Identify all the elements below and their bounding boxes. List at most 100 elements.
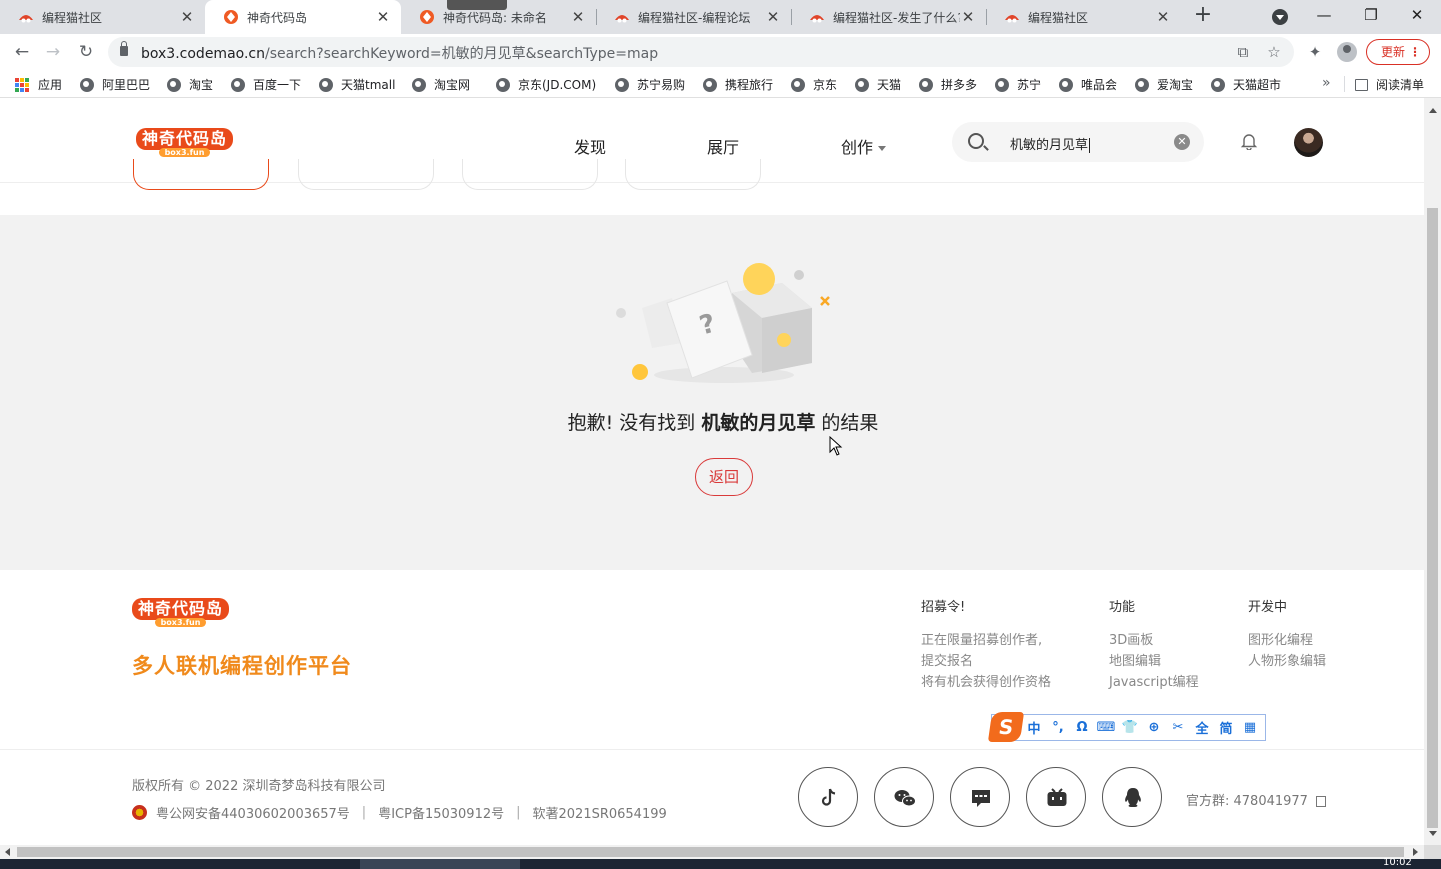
codemao-favicon-icon — [18, 9, 34, 25]
address-bar[interactable]: box3.codemao.cn/search?searchKeyword=机敏的… — [108, 37, 1294, 67]
sogou-ime-logo[interactable]: S — [987, 711, 1025, 742]
bell-icon[interactable] — [1240, 132, 1258, 150]
profile-icon[interactable] — [1337, 42, 1357, 62]
bookmark-star-icon[interactable]: ☆ — [1265, 43, 1283, 61]
footer-link[interactable]: 将有机会获得创作资格 — [921, 672, 1051, 693]
ime-screenshot-icon[interactable]: ✂ — [1166, 720, 1190, 735]
bilibili-button[interactable] — [1026, 767, 1086, 827]
nav-create[interactable]: 创作 — [841, 134, 887, 158]
browser-tab[interactable]: 编程猫社区-发生了什么? ✕ — [791, 0, 986, 34]
scroll-up-icon[interactable] — [1429, 108, 1437, 113]
bookmark-apps[interactable]: 应用 — [15, 76, 62, 93]
bookmark-item[interactable]: 携程旅行 — [703, 76, 773, 93]
site-logo[interactable]: 神奇代码岛 box3.fun — [136, 128, 234, 157]
tab-search-icon[interactable] — [1272, 9, 1288, 25]
new-tab-button[interactable]: + — [1192, 4, 1214, 27]
nav-discover[interactable]: 发现 — [574, 134, 606, 158]
bookmark-item[interactable]: 天猫 — [855, 76, 901, 93]
window-close-icon[interactable]: ✕ — [1405, 4, 1429, 26]
bookmark-item[interactable]: 唯品会 — [1059, 76, 1117, 93]
browser-tab[interactable]: 神奇代码岛: 未命名 ✕ — [401, 0, 596, 34]
search-type-tab[interactable] — [298, 159, 434, 190]
tab-close-icon[interactable]: ✕ — [960, 8, 976, 26]
beian-police[interactable]: 粤公网安备44030602003657号 — [156, 803, 350, 822]
bookmark-item[interactable]: 爱淘宝 — [1135, 76, 1193, 93]
copy-icon[interactable] — [1315, 796, 1326, 807]
reading-list-button[interactable]: 阅读清单 — [1355, 76, 1424, 93]
ime-keyboard-icon[interactable]: ⌨ — [1094, 720, 1118, 735]
bookmark-item[interactable]: 天猫超市 — [1211, 76, 1281, 93]
message-button[interactable] — [950, 767, 1010, 827]
browser-tab[interactable]: 编程猫社区 ✕ — [986, 0, 1181, 34]
bookmark-item[interactable]: 京东 — [791, 76, 837, 93]
taskbar-active-app[interactable] — [360, 859, 520, 869]
scrollbar-thumb[interactable] — [1427, 208, 1438, 828]
globe-icon — [703, 77, 717, 92]
extensions-puzzle-icon[interactable]: ✦ — [1306, 43, 1324, 61]
scrollbar-thumb[interactable] — [17, 847, 1404, 857]
footer-link[interactable]: 正在限量招募创作者, — [921, 630, 1051, 651]
beian-icp[interactable]: 粤ICP备15030912号 — [378, 803, 504, 822]
reload-icon[interactable]: ↻ — [75, 41, 97, 63]
bookmark-item[interactable]: 百度一下 — [231, 76, 301, 93]
browser-tab[interactable]: 编程猫社区 ✕ — [0, 0, 205, 34]
tab-close-icon[interactable]: ✕ — [1155, 8, 1171, 26]
footer-link[interactable]: Javascript编程 — [1109, 672, 1199, 693]
scroll-down-icon[interactable] — [1429, 831, 1437, 836]
user-avatar[interactable] — [1294, 128, 1323, 157]
footer-link[interactable]: 提交报名 — [921, 651, 1051, 672]
tab-close-icon[interactable]: ✕ — [765, 8, 781, 26]
horizontal-scrollbar[interactable] — [0, 845, 1424, 859]
ime-skin-icon[interactable]: 👕 — [1118, 720, 1142, 735]
ime-chinese-mode[interactable]: 中 — [1022, 718, 1046, 737]
bookmark-item[interactable]: 淘宝网 — [412, 76, 470, 93]
ime-menu-icon[interactable]: ▦ — [1238, 720, 1262, 735]
tab-close-icon[interactable]: ✕ — [570, 8, 586, 26]
search-type-tab-active[interactable] — [133, 159, 269, 190]
back-arrow-icon[interactable]: ← — [11, 41, 33, 63]
restore-icon[interactable]: ❐ — [1359, 4, 1383, 26]
tab-close-icon[interactable]: ✕ — [375, 8, 391, 26]
site-search-box[interactable]: 机敏的月见草 ✕ — [952, 122, 1204, 162]
update-button[interactable]: 更新 ⋮ — [1366, 39, 1430, 65]
scroll-left-icon[interactable] — [5, 848, 10, 856]
scroll-right-icon[interactable] — [1413, 848, 1418, 856]
clear-search-icon[interactable]: ✕ — [1174, 134, 1190, 150]
minimize-icon[interactable]: — — [1312, 4, 1336, 26]
url-text[interactable]: box3.codemao.cn/search?searchKeyword=机敏的… — [141, 43, 658, 63]
globe-icon — [1211, 77, 1225, 92]
open-in-app-icon[interactable]: ⧉ — [1234, 43, 1252, 61]
bookmark-item[interactable]: 拼多多 — [919, 76, 977, 93]
browser-tab[interactable]: 编程猫社区-编程论坛 ✕ — [596, 0, 791, 34]
nav-gallery[interactable]: 展厅 — [707, 134, 739, 158]
browser-tab-active[interactable]: 神奇代码岛 ✕ — [205, 0, 401, 34]
ime-toolbox-icon[interactable]: ⊕ — [1142, 720, 1166, 735]
footer-link[interactable]: 3D画板 — [1109, 630, 1199, 651]
footer-link[interactable]: 图形化编程 — [1248, 630, 1326, 651]
ime-punctuation-icon[interactable]: °, — [1046, 720, 1070, 735]
ime-simplified-toggle[interactable]: 简 — [1214, 718, 1238, 737]
back-button[interactable]: 返回 — [695, 458, 753, 496]
bookmark-item[interactable]: 苏宁易购 — [615, 76, 685, 93]
search-type-tab[interactable] — [625, 159, 761, 190]
bookmark-item[interactable]: 淘宝 — [167, 76, 213, 93]
lock-icon[interactable] — [120, 41, 128, 56]
search-input[interactable]: 机敏的月见草 — [1010, 134, 1090, 153]
footer-link[interactable]: 人物形象编辑 — [1248, 651, 1326, 672]
ime-symbols-icon[interactable]: Ω — [1070, 720, 1094, 735]
search-type-tab[interactable] — [462, 159, 598, 190]
tab-close-icon[interactable]: ✕ — [179, 8, 195, 26]
ime-fullwidth-toggle[interactable]: 全 — [1190, 718, 1214, 737]
bookmark-item[interactable]: 京东(JD.COM) — [496, 76, 596, 93]
tiktok-button[interactable] — [798, 767, 858, 827]
qq-button[interactable] — [1102, 767, 1162, 827]
vertical-scrollbar[interactable] — [1424, 98, 1441, 845]
forward-arrow-icon[interactable]: → — [42, 41, 64, 63]
wechat-button[interactable] — [874, 767, 934, 827]
bookmarks-overflow-icon[interactable]: » — [1322, 75, 1331, 91]
footer-logo[interactable]: 神奇代码岛 box3.fun — [132, 598, 230, 627]
bookmark-item[interactable]: 阿里巴巴 — [80, 76, 150, 93]
bookmark-item[interactable]: 苏宁 — [995, 76, 1041, 93]
footer-link[interactable]: 地图编辑 — [1109, 651, 1199, 672]
bookmark-item[interactable]: 天猫tmall — [319, 76, 395, 93]
